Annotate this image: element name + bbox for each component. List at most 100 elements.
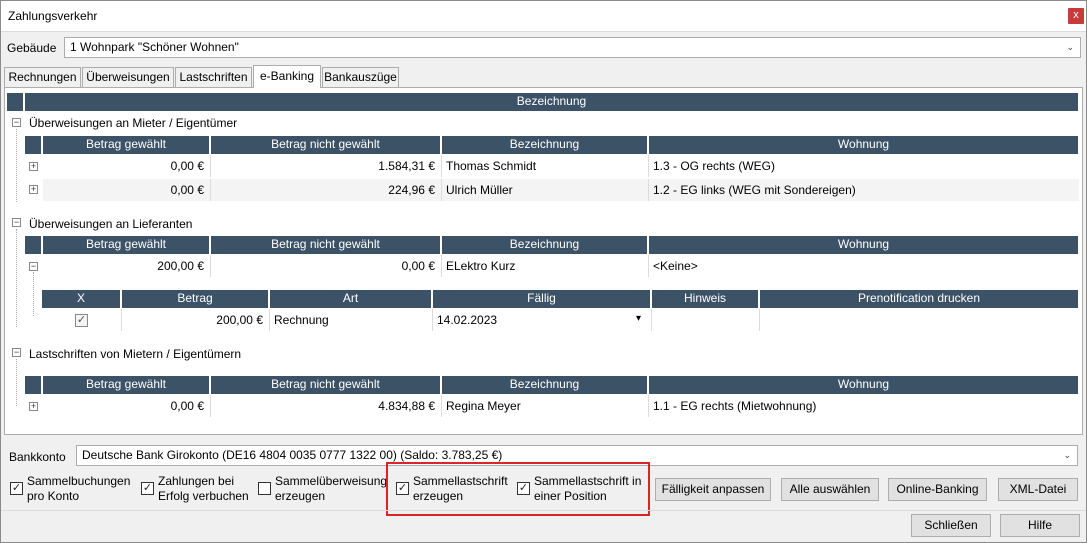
tree-line <box>16 359 17 406</box>
alle-auswaehlen-button[interactable]: Alle auswählen <box>781 478 879 501</box>
col-header-wohnung[interactable]: Wohnung <box>649 136 1079 154</box>
collapse-icon[interactable]: − <box>29 262 38 271</box>
detail-header-faellig[interactable]: Fällig <box>433 290 651 308</box>
col-header-betrag-gewaehlt[interactable]: Betrag gewählt <box>43 136 210 154</box>
table-row-cell[interactable]: Thomas Schmidt <box>442 155 649 177</box>
table-row-cell[interactable]: Regina Meyer <box>442 395 649 417</box>
option-label-line: pro Konto <box>27 489 80 503</box>
sammelbuchungen-label: Sammelbuchungen pro Konto <box>27 474 130 504</box>
zahlungen-verbuchen-label: Zahlungen bei Erfolg verbuchen <box>158 474 249 504</box>
tree-line <box>16 229 17 327</box>
table-row-cell[interactable]: 200,00 € <box>122 309 270 331</box>
col-header-bezeichnung[interactable]: Bezeichnung <box>442 376 648 394</box>
option-label-line: Sammelüberweisung <box>275 474 388 488</box>
date-dropdown-icon[interactable]: ▾ <box>636 313 641 324</box>
col-header-wohnung[interactable]: Wohnung <box>649 376 1079 394</box>
col-header-bezeichnung[interactable]: Bezeichnung <box>442 236 648 254</box>
subgrid-corner-header <box>25 136 42 154</box>
table-row-cell[interactable]: Rechnung <box>270 309 433 331</box>
window-title: Zahlungsverkehr <box>8 9 98 23</box>
col-header-betrag-nicht-gewaehlt[interactable]: Betrag nicht gewählt <box>211 236 441 254</box>
table-row-cell[interactable]: 1.3 - OG rechts (WEG) <box>649 155 1079 177</box>
option-label-line: erzeugen <box>275 489 326 503</box>
table-row-cell[interactable]: 1.2 - EG links (WEG mit Sondereigen) <box>649 179 1079 201</box>
faelligkeit-anpassen-button[interactable]: Fälligkeit anpassen <box>655 478 771 501</box>
tab-lastschriften[interactable]: Lastschriften <box>175 67 252 87</box>
tab-e-banking[interactable]: e-Banking <box>253 65 321 88</box>
table-row-cell[interactable]: 1.584,31 € <box>211 155 442 177</box>
chevron-down-icon: ⌄ <box>1063 450 1071 460</box>
table-row-cell[interactable]: 1.1 - EG rechts (Mietwohnung) <box>649 395 1079 417</box>
table-row-cell[interactable]: 0,00 € <box>43 179 211 201</box>
group-title-lastschriften: Lastschriften von Mietern / Eigentümern <box>29 347 242 361</box>
sammelbuchungen-checkbox[interactable]: ✓ <box>10 482 23 495</box>
table-row-cell[interactable] <box>760 309 1079 331</box>
col-header-bezeichnung[interactable]: Bezeichnung <box>442 136 648 154</box>
table-row-cell[interactable]: 200,00 € <box>43 255 211 277</box>
table-row-cell[interactable]: Ulrich Müller <box>442 179 649 201</box>
subgrid-corner-header <box>25 236 42 254</box>
gebaeude-value: 1 Wohnpark "Schöner Wohnen" <box>70 40 239 54</box>
table-row-cell[interactable]: 0,00 € <box>211 255 442 277</box>
expand-icon[interactable]: + <box>29 162 38 171</box>
faellig-date-picker[interactable]: 14.02.2023 <box>433 309 652 331</box>
footer-divider <box>1 510 1086 511</box>
tree-line <box>33 272 34 316</box>
table-row-cell[interactable]: 4.834,88 € <box>211 395 442 417</box>
detail-header-betrag[interactable]: Betrag <box>122 290 269 308</box>
sammellastschrift-position-checkbox[interactable]: ✓ <box>517 482 530 495</box>
faellig-value: 14.02.2023 <box>437 313 498 327</box>
option-label-line: Erfolg verbuchen <box>158 489 249 503</box>
col-header-betrag-nicht-gewaehlt[interactable]: Betrag nicht gewählt <box>211 376 441 394</box>
option-label-line: einer Position <box>534 489 607 503</box>
detail-header-art[interactable]: Art <box>270 290 432 308</box>
group-title-mieter: Überweisungen an Mieter / Eigentümer <box>29 116 238 130</box>
table-row-cell[interactable] <box>652 309 760 331</box>
detail-row-checkbox[interactable]: ✓ <box>75 314 88 327</box>
sammellastschrift-label: Sammellastschrift erzeugen <box>413 474 508 504</box>
schliessen-button[interactable]: Schließen <box>911 514 991 537</box>
zahlungen-verbuchen-checkbox[interactable]: ✓ <box>141 482 154 495</box>
option-label-line: Sammelbuchungen <box>27 474 131 488</box>
subgrid-corner-header <box>25 376 42 394</box>
option-label-line: Sammellastschrift <box>413 474 508 488</box>
close-button[interactable]: x <box>1068 8 1084 24</box>
detail-header-hinweis[interactable]: Hinweis <box>652 290 759 308</box>
col-header-wohnung[interactable]: Wohnung <box>649 236 1079 254</box>
gebaeude-label: Gebäude <box>7 41 57 55</box>
table-row-cell[interactable]: 224,96 € <box>211 179 442 201</box>
tab-ueberweisungen[interactable]: Überweisungen <box>82 67 174 87</box>
detail-header-prenotification[interactable]: Prenotification drucken <box>760 290 1079 308</box>
table-row-cell[interactable]: 0,00 € <box>43 155 211 177</box>
expand-icon[interactable]: + <box>29 402 38 411</box>
expand-icon[interactable]: + <box>29 185 38 194</box>
bankkonto-label: Bankkonto <box>9 450 66 464</box>
collapse-icon[interactable]: − <box>12 218 21 227</box>
table-row-cell[interactable]: <Keine> <box>649 255 1079 277</box>
gebaeude-select[interactable]: 1 Wohnpark "Schöner Wohnen" ⌄ <box>64 37 1081 58</box>
sammellastschrift-position-label: Sammellastschrift in einer Position <box>534 474 641 504</box>
option-label-line: Zahlungen bei <box>158 474 235 488</box>
table-row-cell[interactable]: ELektro Kurz <box>442 255 649 277</box>
grid-header-bezeichnung[interactable]: Bezeichnung <box>25 93 1079 111</box>
col-header-betrag-gewaehlt[interactable]: Betrag gewählt <box>43 236 210 254</box>
bankkonto-value: Deutsche Bank Girokonto (DE16 4804 0035 … <box>82 448 503 462</box>
chevron-down-icon: ⌄ <box>1066 42 1074 52</box>
hilfe-button[interactable]: Hilfe <box>1000 514 1080 537</box>
bankkonto-select[interactable]: Deutsche Bank Girokonto (DE16 4804 0035 … <box>76 445 1078 466</box>
table-row-cell[interactable]: 0,00 € <box>43 395 211 417</box>
col-header-betrag-nicht-gewaehlt[interactable]: Betrag nicht gewählt <box>211 136 441 154</box>
sammellastschrift-checkbox[interactable]: ✓ <box>396 482 409 495</box>
tab-rechnungen[interactable]: Rechnungen <box>4 67 81 87</box>
collapse-icon[interactable]: − <box>12 348 21 357</box>
online-banking-button[interactable]: Online-Banking <box>888 478 987 501</box>
detail-header-x[interactable]: X <box>42 290 121 308</box>
tab-bankauszuege[interactable]: Bankauszüge <box>322 67 399 87</box>
col-header-betrag-gewaehlt[interactable]: Betrag gewählt <box>43 376 210 394</box>
sammelueberweisung-checkbox[interactable] <box>258 482 271 495</box>
sammelueberweisung-label: Sammelüberweisung erzeugen <box>275 474 387 504</box>
collapse-icon[interactable]: − <box>12 118 21 127</box>
title-bar <box>0 0 1087 32</box>
xml-datei-button[interactable]: XML-Datei <box>998 478 1078 501</box>
option-label-line: Sammellastschrift in <box>534 474 642 488</box>
